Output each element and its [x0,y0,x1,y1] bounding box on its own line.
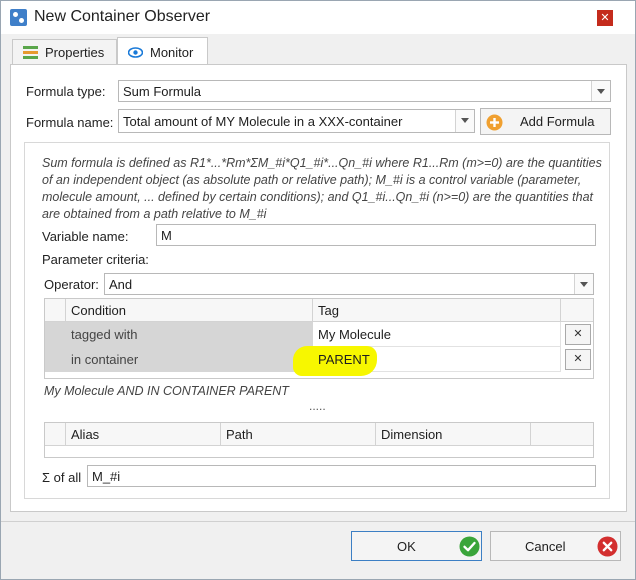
cancel-icon [597,536,618,557]
tab-properties-label: Properties [45,45,105,60]
operator-label: Operator: [44,277,99,292]
tab-monitor-label: Monitor [150,45,194,60]
sum-of-all-input[interactable]: M_#i [87,465,596,487]
criteria-summary: My Molecule AND IN CONTAINER PARENT [44,384,289,398]
formula-name-value: Total amount of MY Molecule in a XXX-con… [123,114,403,129]
cancel-label: Cancel [525,539,566,554]
ok-button[interactable]: OK [351,531,482,561]
ok-label: OK [397,539,416,554]
app-icon [10,9,27,26]
formula-type-combo[interactable]: Sum Formula [118,80,611,102]
splitter-handle[interactable]: ..... [309,399,326,413]
title-bar: New Container Observer ✕ [1,1,635,34]
close-button[interactable]: ✕ [597,10,613,26]
parameter-criteria-label: Parameter criteria: [42,252,149,267]
operator-value: And [109,277,133,292]
variable-name-input[interactable]: M [156,224,596,246]
checkmark-icon [459,536,480,557]
add-formula-button[interactable]: Add Formula [480,108,611,135]
add-formula-label: Add Formula [520,114,595,129]
table-row-condition[interactable]: tagged with [66,322,313,347]
dialog-window: New Container Observer ✕ Properties Moni… [0,0,636,580]
formula-name-label: Formula name: [26,115,114,130]
table-row-tag[interactable]: My Molecule [313,322,561,347]
chevron-down-icon[interactable] [574,274,593,294]
remove-condition-button[interactable]: ✕ [565,324,591,345]
action-header [561,299,593,322]
variable-name-label: Variable name: [42,229,129,244]
chevron-down-icon[interactable] [591,81,610,101]
table-row-condition[interactable]: in container [66,347,313,372]
cancel-button[interactable]: Cancel [490,531,621,561]
grid-indicator-header [45,299,66,322]
formula-type-label: Formula type: [26,84,106,99]
properties-icon [23,46,38,59]
chevron-down-icon[interactable] [455,110,474,132]
operator-combo[interactable]: And [104,273,594,295]
window-title: New Container Observer [34,8,211,25]
dimension-header[interactable]: Dimension [376,423,531,446]
formula-description: Sum formula is defined as R1*...*Rm*ΣM_#… [42,156,602,221]
row-indicator [45,322,66,372]
eye-icon [128,47,143,58]
table-row-tag[interactable]: PARENT [313,347,561,372]
action-header [531,423,593,446]
tag-header[interactable]: Tag [313,299,561,322]
alias-header[interactable]: Alias [66,423,221,446]
tab-monitor[interactable]: Monitor [117,37,208,65]
sum-of-all-label: Σ of all [42,470,82,485]
footer-divider [1,521,635,522]
path-header[interactable]: Path [221,423,376,446]
grid-indicator-header [45,423,66,446]
add-icon [486,114,503,131]
remove-condition-button[interactable]: ✕ [565,349,591,370]
formula-type-value: Sum Formula [123,84,202,99]
condition-header[interactable]: Condition [66,299,313,322]
formula-name-combo[interactable]: Total amount of MY Molecule in a XXX-con… [118,109,475,133]
tab-properties[interactable]: Properties [12,39,117,65]
